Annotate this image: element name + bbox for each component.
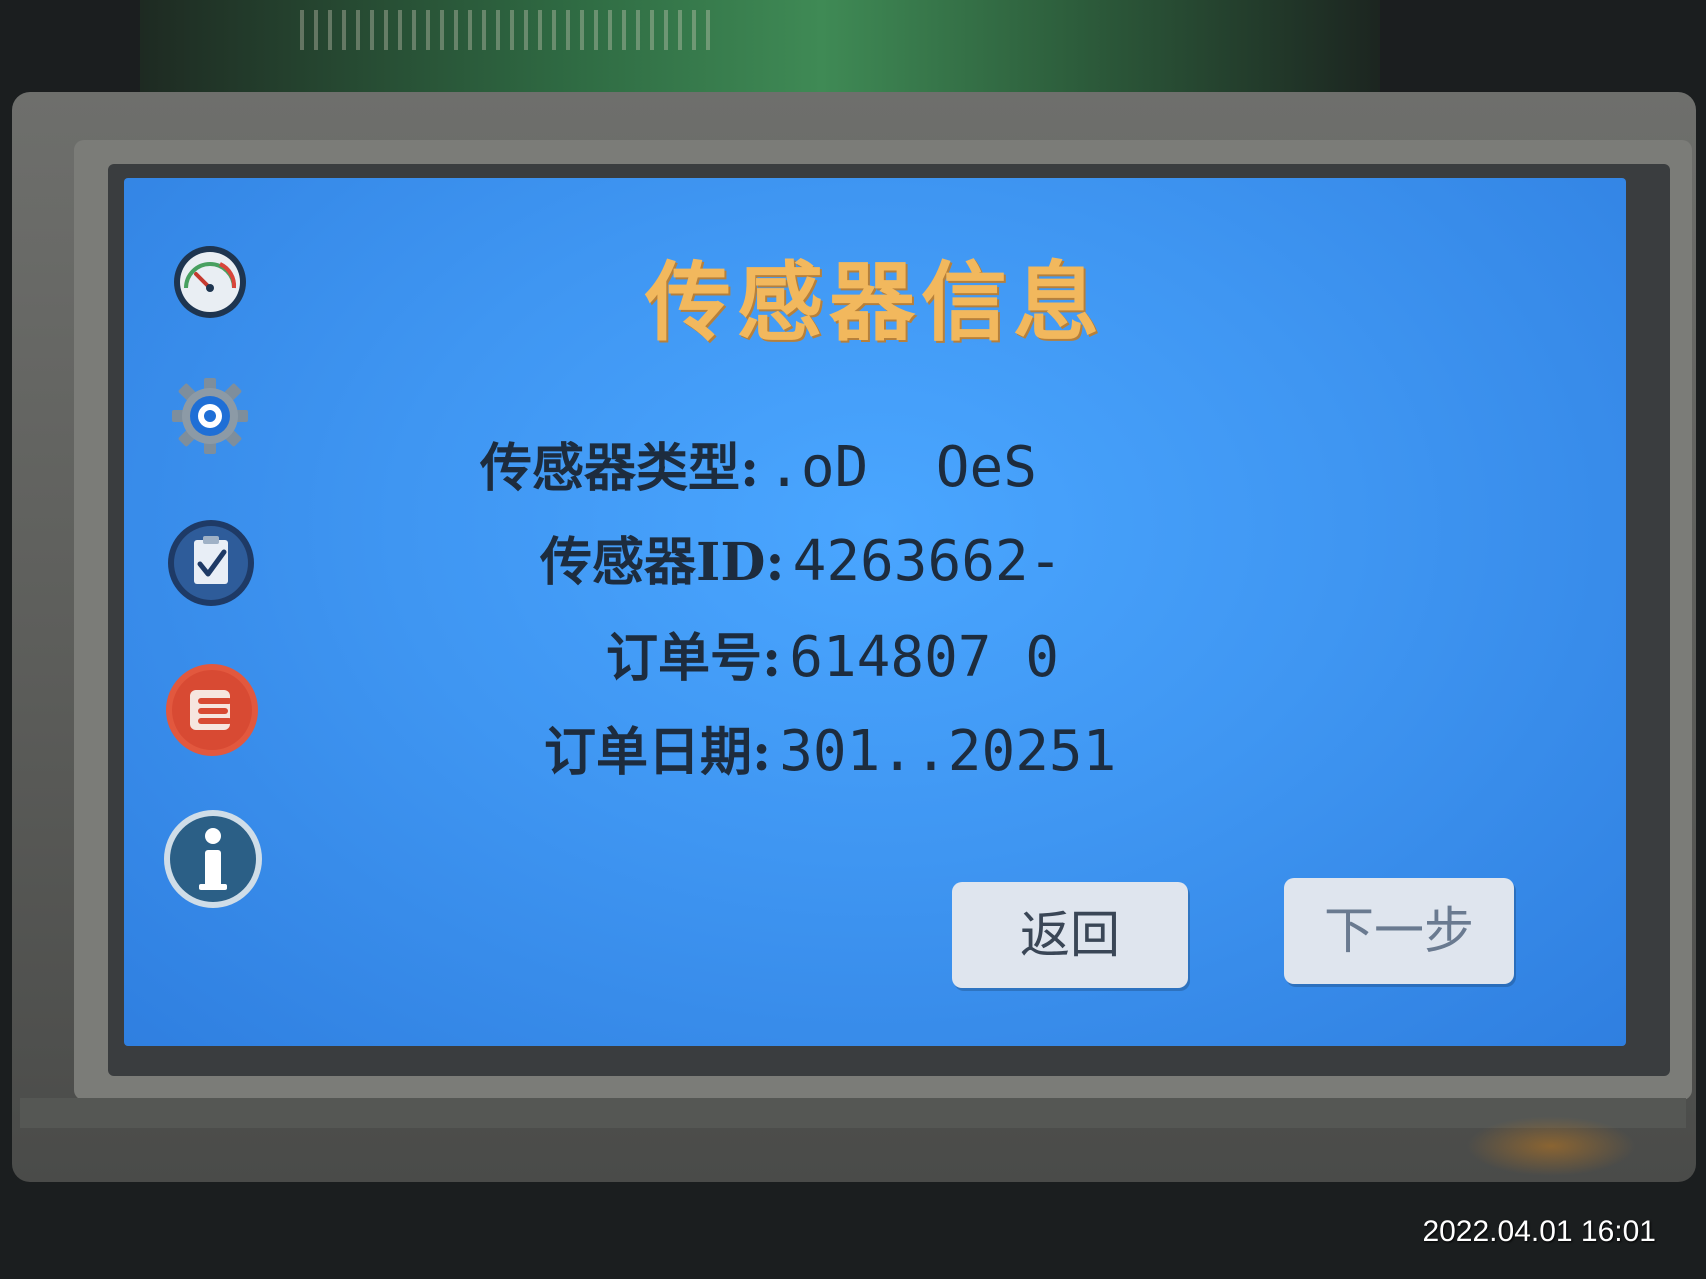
order-date-value: 301..20251 xyxy=(779,719,1117,784)
list-icon[interactable] xyxy=(164,662,260,758)
bezel-bottom-strip xyxy=(20,1098,1686,1128)
info-icon[interactable] xyxy=(162,808,264,910)
sensor-id-value: 4263662- xyxy=(792,529,1063,594)
sensor-type-row: 传感器类型: .oD OeS xyxy=(480,440,1037,496)
sensor-id-label: 传感器ID: xyxy=(540,532,785,593)
order-date-row: 订单日期: 301..20251 xyxy=(544,724,1116,780)
order-number-value: 614807 0 xyxy=(789,625,1059,690)
order-number-label: 订单号: xyxy=(606,628,782,689)
touch-screen: 传感器信息 传感器类型: .oD OeS 传感器ID: 4263662- 订单号: 6… xyxy=(124,178,1626,1046)
photo-timestamp: 2022.04.01 16:01 xyxy=(1422,1215,1656,1248)
sensor-type-value: .oD OeS xyxy=(767,435,1037,500)
next-step-button[interactable]: 下一步 xyxy=(1284,878,1514,984)
clipboard-check-icon[interactable] xyxy=(166,518,256,608)
back-button[interactable]: 返回 xyxy=(952,882,1188,988)
sensor-id-row: 传感器ID: 4263662- xyxy=(540,534,1062,590)
order-number-row: 订单号: 614807 0 xyxy=(606,630,1059,686)
bezel-corner-logo xyxy=(1466,1116,1636,1176)
circuit-board-background xyxy=(140,0,1380,100)
page-title: 传感器信息 xyxy=(645,253,1105,353)
gear-icon[interactable] xyxy=(168,374,252,458)
sensor-type-label: 传感器类型: xyxy=(480,438,760,499)
order-date-label: 订单日期: xyxy=(544,722,772,783)
